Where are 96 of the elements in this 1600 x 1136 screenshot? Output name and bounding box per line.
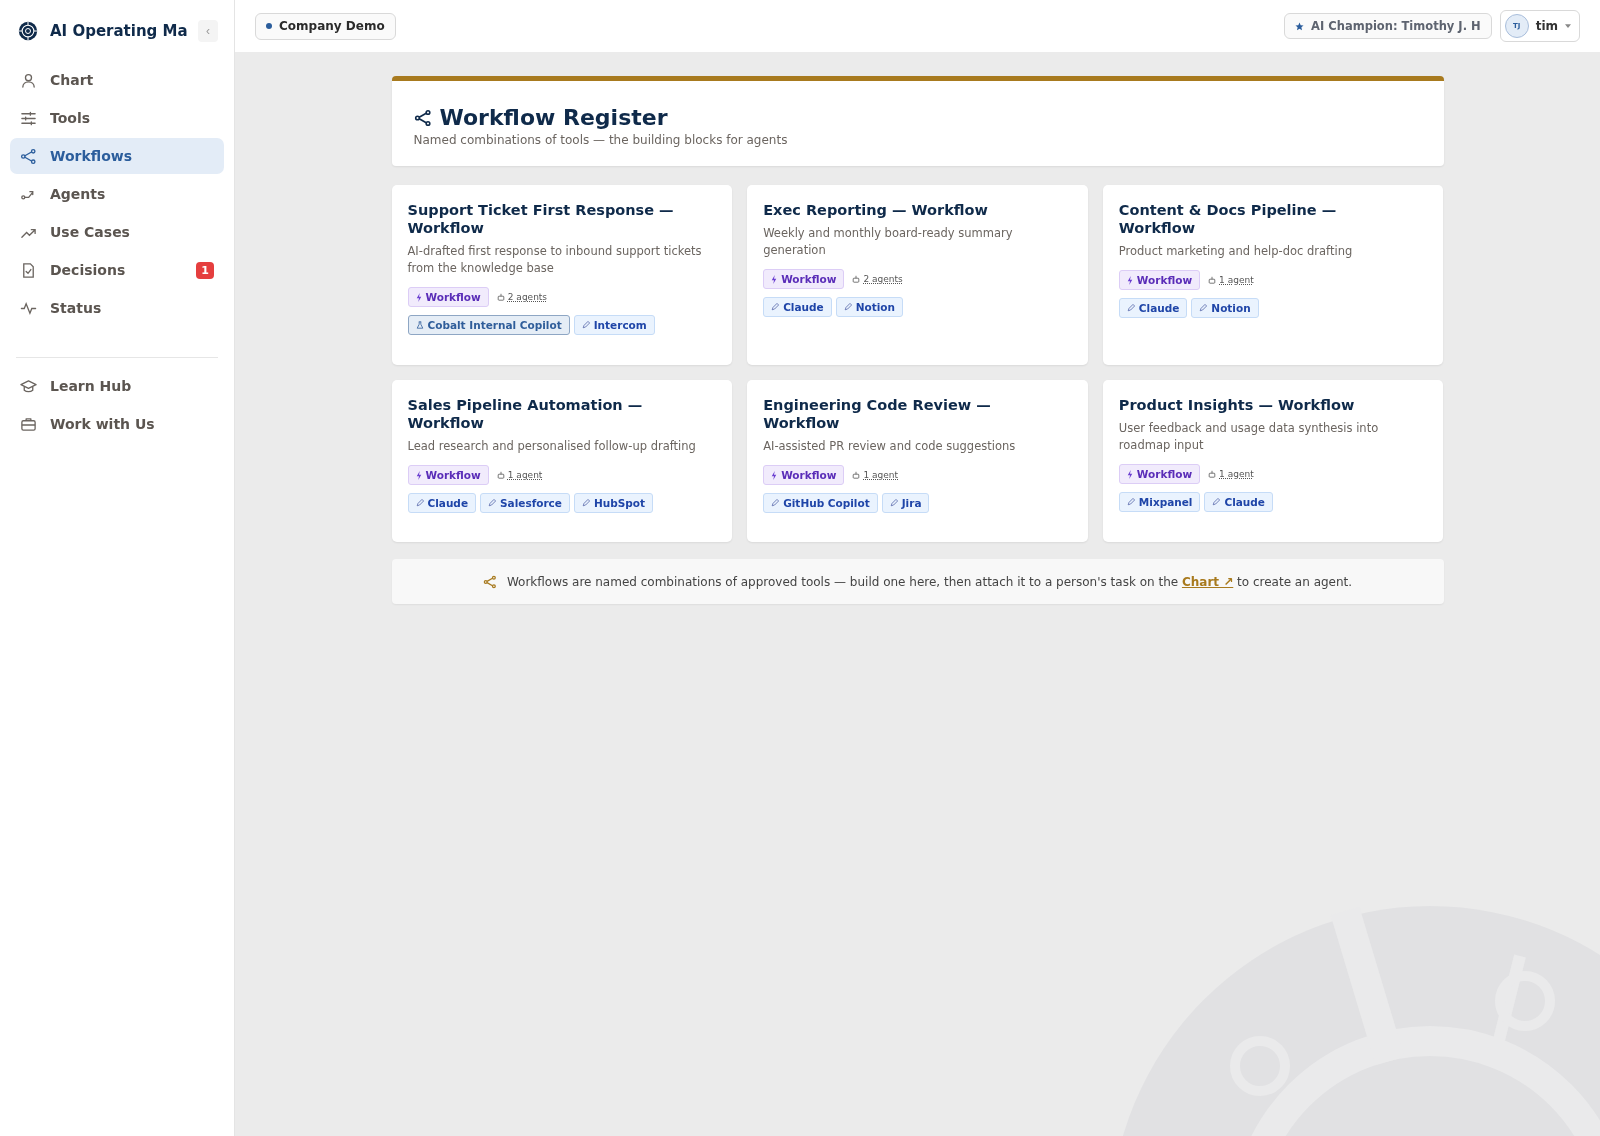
lightning-icon	[1126, 275, 1133, 285]
nav-item[interactable]: Tools	[10, 100, 224, 136]
share-icon	[482, 574, 497, 589]
workspace-button[interactable]: Company Demo	[255, 12, 396, 40]
lightning-icon	[415, 470, 422, 480]
document-icon	[20, 261, 37, 279]
agent-count[interactable]: 2 agents	[496, 292, 548, 302]
tool-tag: Jira	[881, 493, 930, 513]
briefcase-icon	[20, 415, 37, 433]
workflow-description: Lead research and personalised follow-up drafting	[407, 438, 697, 455]
tool-tag: Claude	[1118, 298, 1188, 318]
nav-item[interactable]: Chart	[10, 62, 224, 98]
robot-icon	[852, 275, 861, 283]
workflow-tag: Workflow	[1118, 270, 1201, 290]
flask-icon	[415, 321, 424, 329]
workflow-title: Engineering Code Review — Workflow	[763, 396, 992, 432]
workflow-tag: Workflow	[763, 465, 845, 485]
tool-tag: Cobalt Internal Copilot	[407, 315, 570, 335]
workflow-card[interactable]: Product Insights — Workflow User feedback and usage data synthesis into roadmap input Workflow 1 agent Mixpanel Claude	[1102, 380, 1444, 542]
logo-icon	[18, 20, 38, 42]
count-badge: 1	[196, 261, 214, 279]
tool-tag: Mixpanel	[1118, 492, 1201, 512]
workflow-description: AI-assisted PR review and code suggestions	[763, 438, 1017, 455]
share-icon	[20, 147, 37, 165]
tool-tag: HubSpot	[573, 493, 654, 513]
workflow-tag: Workflow	[1118, 464, 1201, 484]
nav-item[interactable]: Learn Hub	[10, 368, 224, 404]
tool-tag: Claude	[763, 297, 832, 317]
chart-link[interactable]: Chart ↗	[1181, 574, 1234, 589]
workflow-title: Exec Reporting — Workflow	[763, 201, 989, 219]
pencil-icon	[1212, 498, 1221, 506]
star-icon	[1295, 21, 1305, 31]
pencil-icon	[1126, 498, 1135, 506]
workflow-description: User feedback and usage data synthesis into roadmap input	[1118, 420, 1380, 454]
robot-icon	[496, 293, 505, 301]
tool-tag: Intercom	[573, 315, 655, 335]
workflow-card[interactable]: Exec Reporting — Workflow Weekly and monthly board-ready summary generation Workflow 2 agents Claude Notion	[747, 185, 1088, 365]
workflow-title: Sales Pipeline Automation — Workflow	[407, 396, 644, 432]
tool-tag: Notion	[1191, 298, 1259, 318]
agent-count[interactable]: 1 agent	[1208, 275, 1254, 285]
lightning-icon	[771, 470, 778, 480]
agent-count[interactable]: 1 agent	[852, 470, 899, 480]
agent-count[interactable]: 2 agents	[852, 274, 903, 284]
tool-tag: Claude	[1204, 492, 1273, 512]
pencil-icon	[581, 321, 590, 329]
graduation-cap-icon	[20, 377, 37, 395]
workflow-tag: Workflow	[407, 465, 489, 485]
share-icon	[413, 108, 432, 127]
pencil-icon	[889, 499, 898, 507]
nav-item[interactable]: Workflows	[10, 138, 224, 174]
robot-icon	[496, 471, 505, 479]
pencil-icon	[488, 499, 496, 507]
champion-button[interactable]: AI Champion: Timothy J. H	[1284, 13, 1492, 39]
workflow-description: Weekly and monthly board-ready summary generation	[763, 225, 1014, 259]
pencil-icon	[771, 499, 780, 507]
caret-icon	[1565, 24, 1571, 28]
lightning-icon	[415, 292, 422, 302]
nav-item[interactable]: Status	[10, 290, 224, 326]
robot-icon	[1208, 276, 1217, 284]
pencil-icon	[415, 499, 424, 507]
page-subtitle: Named combinations of tools — the building blocks for agents	[413, 133, 789, 147]
robot-icon	[852, 471, 861, 479]
tool-tag: Claude	[407, 493, 476, 513]
agent-count[interactable]: 1 agent	[1208, 469, 1254, 479]
pencil-icon	[1199, 304, 1208, 312]
page-title: Workflow Register	[439, 105, 668, 130]
workflow-tag: Workflow	[407, 287, 489, 307]
workflow-tag: Workflow	[763, 269, 845, 289]
app-title: AI Operating Ma	[50, 22, 186, 40]
pencil-icon	[771, 303, 780, 311]
robot-icon	[1208, 470, 1217, 478]
lightning-icon	[1126, 469, 1133, 479]
tool-tag: Notion	[835, 297, 903, 317]
workflow-title: Product Insights — Workflow	[1118, 396, 1356, 414]
agent-count[interactable]: 1 agent	[496, 470, 543, 480]
workflow-title: Support Ticket First Response — Workflow	[407, 201, 675, 237]
workflow-card[interactable]: Engineering Code Review — Workflow AI-assisted PR review and code suggestions Workflow 1 agent GitHub Copilot Jira	[747, 380, 1088, 542]
nav-item[interactable]: Use Cases	[10, 214, 224, 250]
sliders-icon	[20, 109, 37, 127]
lightning-icon	[771, 274, 778, 284]
nav-item[interactable]: Agents	[10, 176, 224, 212]
tool-tag: GitHub Copilot	[763, 493, 878, 513]
workflow-card[interactable]: Sales Pipeline Automation — Workflow Lead research and personalised follow-up drafting Workflow 1 agent Claude Salesforce HubSpot	[391, 380, 733, 542]
info-text: Workflows are named combinations of approved tools — build one here, then attach it to a person's task on the Chart ↗ to create an agent.	[506, 574, 1353, 589]
nav-item[interactable]: Decisions 1	[10, 252, 224, 288]
pencil-icon	[1126, 304, 1135, 312]
person-icon	[20, 71, 37, 89]
workflow-title: Content & Docs Pipeline — Workflow	[1118, 201, 1338, 237]
nav-item[interactable]: Work with Us	[10, 406, 224, 442]
pencil-icon	[843, 303, 852, 311]
workflow-card[interactable]: Content & Docs Pipeline — Workflow Product marketing and help-doc drafting Workflow 1 agent Claude Notion	[1102, 185, 1444, 365]
pencil-icon	[581, 499, 590, 507]
workflow-card[interactable]: Support Ticket First Response — Workflow AI-drafted first response to inbound support tickets from the knowledge base Workflow 2 agents Cobalt Internal Copilot Intercom	[391, 185, 733, 365]
workflow-description: AI-drafted first response to inbound support tickets from the knowledge base	[407, 243, 703, 277]
workflow-description: Product marketing and help-doc drafting	[1118, 243, 1354, 260]
tool-tag: Salesforce	[480, 493, 570, 513]
